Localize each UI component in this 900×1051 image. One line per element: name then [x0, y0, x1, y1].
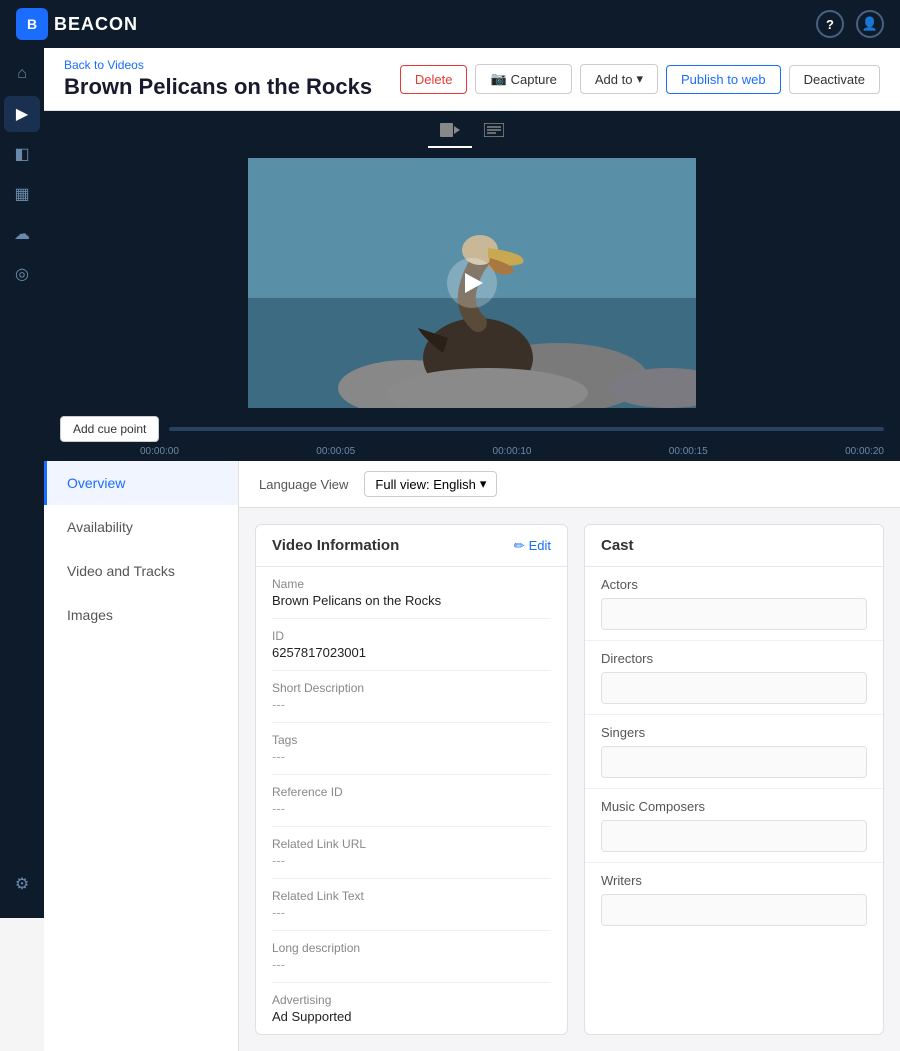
- video-info-body: Name Brown Pelicans on the Rocks ID 6257…: [256, 567, 567, 1034]
- video-info-title: Video Information: [272, 537, 399, 554]
- video-section: Add cue point 00:00:00 00:00:05 00:00:10…: [44, 111, 900, 461]
- chevron-down-icon: ▾: [636, 71, 643, 87]
- logo-icon: B: [16, 8, 48, 40]
- play-button[interactable]: [447, 258, 497, 308]
- timestamp-0: 00:00:00: [140, 446, 179, 457]
- cast-title: Cast: [601, 537, 634, 554]
- sidebar-item-cloud[interactable]: ☁: [4, 216, 40, 252]
- field-short-desc: Short Description ---: [272, 671, 551, 723]
- timeline-area: Add cue point 00:00:00 00:00:05 00:00:10…: [44, 408, 900, 461]
- nav-item-images[interactable]: Images: [44, 593, 238, 637]
- panels-row: Video Information ✏ Edit Name Brown Peli…: [239, 508, 900, 1051]
- nav-item-availability[interactable]: Availability: [44, 505, 238, 549]
- field-reference-id: Reference ID ---: [272, 775, 551, 827]
- field-name: Name Brown Pelicans on the Rocks: [272, 567, 551, 619]
- nav-item-video-tracks[interactable]: Video and Tracks: [44, 549, 238, 593]
- edit-button[interactable]: ✏ Edit: [514, 538, 551, 554]
- sidebar-item-bell[interactable]: ◎: [4, 256, 40, 292]
- cast-singers: Singers: [585, 715, 883, 789]
- video-tabs: [44, 111, 900, 148]
- page-header: Back to Videos Brown Pelicans on the Roc…: [44, 48, 900, 111]
- user-button[interactable]: 👤: [856, 10, 884, 38]
- timestamp-3: 00:00:15: [669, 446, 708, 457]
- panel-header: Language View Full view: English ▾: [239, 461, 900, 508]
- sidebar-item-calendar[interactable]: ▦: [4, 176, 40, 212]
- publish-button[interactable]: Publish to web: [666, 65, 781, 94]
- delete-button[interactable]: Delete: [400, 65, 468, 94]
- camera-icon: 📷: [490, 71, 506, 87]
- sidebar-item-video[interactable]: ▶: [4, 96, 40, 132]
- video-info-card-header: Video Information ✏ Edit: [256, 525, 567, 567]
- tab-video[interactable]: [428, 117, 472, 148]
- add-cue-point-button[interactable]: Add cue point: [60, 416, 159, 442]
- cast-writers: Writers: [585, 863, 883, 936]
- cast-card-header: Cast: [585, 525, 883, 567]
- cast-actors: Actors: [585, 567, 883, 641]
- language-view-label: Language View: [259, 477, 348, 492]
- chevron-down-icon: ▾: [480, 476, 487, 492]
- app-logo[interactable]: B BEACON: [16, 8, 138, 40]
- language-select-button[interactable]: Full view: English ▾: [364, 471, 497, 497]
- cast-directors: Directors: [585, 641, 883, 715]
- video-info-card: Video Information ✏ Edit Name Brown Peli…: [255, 524, 568, 1035]
- capture-button[interactable]: 📷 Capture: [475, 64, 571, 94]
- timestamp-2: 00:00:10: [493, 446, 532, 457]
- add-to-button[interactable]: Add to ▾: [580, 64, 658, 94]
- top-nav: B BEACON ? 👤: [0, 0, 900, 48]
- timeline-bar[interactable]: [169, 427, 884, 431]
- writers-input[interactable]: [601, 894, 867, 926]
- timestamp-4: 00:00:20: [845, 446, 884, 457]
- edit-icon: ✏: [514, 538, 525, 554]
- main-panel: Language View Full view: English ▾ Video…: [239, 461, 900, 1051]
- deactivate-button[interactable]: Deactivate: [789, 65, 880, 94]
- field-tags: Tags ---: [272, 723, 551, 775]
- sidebar-item-settings[interactable]: ⚙: [4, 866, 40, 902]
- header-actions: Delete 📷 Capture Add to ▾ Publish to web…: [400, 64, 880, 94]
- cast-music-composers: Music Composers: [585, 789, 883, 863]
- page-title: Brown Pelicans on the Rocks: [64, 74, 372, 100]
- content-section: Overview Availability Video and Tracks I…: [44, 461, 900, 1051]
- music-composers-input[interactable]: [601, 820, 867, 852]
- left-nav: Overview Availability Video and Tracks I…: [44, 461, 239, 1051]
- actors-input[interactable]: [601, 598, 867, 630]
- field-advertising: Advertising Ad Supported: [272, 983, 551, 1034]
- field-related-link-text: Related Link Text ---: [272, 879, 551, 931]
- nav-item-overview[interactable]: Overview: [44, 461, 238, 505]
- sidebar-item-home[interactable]: ⌂: [4, 56, 40, 92]
- field-related-link-url: Related Link URL ---: [272, 827, 551, 879]
- sidebar: ⌂ ▶ ◧ ▦ ☁ ◎ ⚙: [0, 48, 44, 918]
- video-container: [44, 148, 900, 408]
- field-id: ID 6257817023001: [272, 619, 551, 671]
- timestamp-1: 00:00:05: [316, 446, 355, 457]
- sidebar-item-layers[interactable]: ◧: [4, 136, 40, 172]
- cast-card: Cast Actors Directors Singers: [584, 524, 884, 1035]
- tab-text[interactable]: [472, 117, 516, 148]
- directors-input[interactable]: [601, 672, 867, 704]
- timeline-labels: 00:00:00 00:00:05 00:00:10 00:00:15 00:0…: [60, 446, 884, 457]
- main-content: Back to Videos Brown Pelicans on the Roc…: [44, 48, 900, 1051]
- app-name: BEACON: [54, 14, 138, 35]
- field-long-desc: Long description ---: [272, 931, 551, 983]
- singers-input[interactable]: [601, 746, 867, 778]
- back-link[interactable]: Back to Videos: [64, 58, 372, 72]
- video-player[interactable]: [248, 158, 696, 408]
- help-button[interactable]: ?: [816, 10, 844, 38]
